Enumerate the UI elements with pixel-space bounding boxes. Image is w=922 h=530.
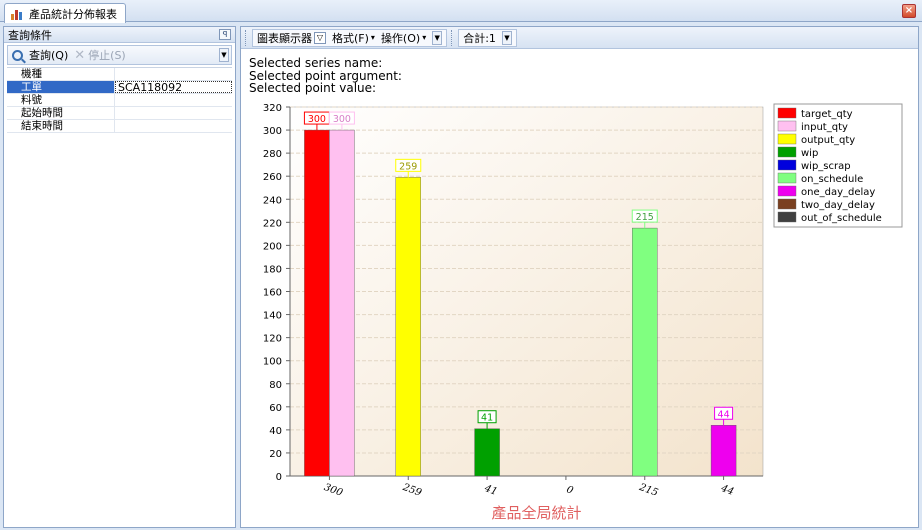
x-tick-label: 0 [565, 484, 575, 497]
y-tick-label: 320 [263, 103, 282, 114]
y-tick-label: 160 [263, 288, 282, 299]
field-value[interactable] [115, 107, 232, 119]
query-panel-title: 查詢條件 [8, 28, 52, 42]
legend-swatch [777, 185, 797, 197]
field-row-part-number[interactable]: 料號 [7, 94, 232, 107]
data-label: 44 [718, 409, 730, 420]
bar-wip [474, 428, 500, 477]
legend-label: out_of_schedule [801, 213, 882, 224]
y-tick-label: 100 [263, 357, 282, 368]
query-panel-header: 查詢條件 ꟼ [4, 27, 235, 43]
chart-title: 產品全局統計 [491, 504, 581, 522]
y-tick-label: 200 [263, 241, 282, 252]
legend-swatch [777, 198, 797, 210]
field-label: 工單 [7, 81, 115, 93]
legend-swatch [777, 133, 797, 145]
legend-swatch [777, 159, 797, 171]
y-tick-label: 0 [276, 472, 282, 483]
field-row-end-time[interactable]: 結束時間 [7, 120, 232, 133]
legend-label: on_schedule [801, 174, 863, 185]
field-row-model[interactable]: 機種 [7, 68, 232, 81]
stop-button-label: 停止(S) [88, 49, 126, 62]
legend-swatch [777, 211, 797, 223]
legend-swatch [777, 146, 797, 158]
query-fields: 機種 工單 SCA118092 料號 起始時間 結束時間 [7, 67, 232, 133]
query-panel: 查詢條件 ꟼ 查詢(Q) ✕ 停止(S) ▼ 機種 工單 SCA118092 料… [3, 26, 236, 528]
search-button[interactable]: 查詢(Q) [12, 47, 68, 63]
legend-swatch [777, 120, 797, 132]
bar-on_schedule [632, 227, 658, 477]
y-tick-label: 180 [263, 264, 282, 275]
chevron-down-icon[interactable]: ▼ [219, 48, 229, 62]
y-tick-label: 220 [263, 218, 282, 229]
x-tick-label: 259 [400, 482, 423, 499]
bar-output_qty [395, 177, 421, 477]
close-icon[interactable]: × [902, 4, 916, 18]
bar-one_day_delay [710, 425, 737, 477]
field-row-work-order[interactable]: 工單 SCA118092 [7, 81, 232, 94]
x-tick-label: 215 [637, 482, 660, 499]
bar-target_qty [304, 129, 330, 477]
field-row-start-time[interactable]: 起始時間 [7, 107, 232, 120]
y-tick-label: 240 [263, 195, 282, 206]
field-value[interactable] [115, 68, 232, 80]
field-label: 起始時間 [7, 107, 115, 119]
x-tick-label: 41 [482, 483, 499, 498]
pin-icon[interactable]: ꟼ [219, 29, 231, 40]
field-label: 結束時間 [7, 120, 115, 132]
x-tick-label: 44 [719, 483, 736, 498]
y-tick-label: 60 [269, 403, 282, 414]
legend-swatch [777, 107, 797, 119]
legend-label: wip_scrap [801, 161, 851, 172]
y-tick-label: 260 [263, 172, 282, 183]
bar-chart[interactable]: 0 20 40 60 80 100 120 140 160 180 200 220 240 260 280 3… [241, 27, 918, 527]
query-toolbar: 查詢(Q) ✕ 停止(S) ▼ [7, 45, 232, 65]
data-label: 41 [481, 413, 493, 424]
y-tick-label: 140 [263, 311, 282, 322]
search-button-label: 查詢(Q) [29, 49, 69, 62]
y-tick-label: 120 [263, 334, 282, 345]
search-icon [12, 49, 23, 61]
legend-label: two_day_delay [801, 200, 875, 211]
data-label: 300 [333, 114, 351, 125]
field-label: 機種 [7, 68, 115, 80]
legend-swatch [777, 172, 797, 184]
report-tab-label: 產品統計分佈報表 [29, 7, 117, 21]
y-tick-label: 40 [269, 426, 282, 437]
document-tab-bar: 產品統計分佈報表 × [0, 0, 922, 23]
data-label: 259 [399, 161, 417, 172]
legend-label: wip [801, 148, 818, 159]
chart-panel: 圖表顯示器 ▽ 格式(F) ▾ 操作(O) ▾ ▼ 合計:1 ▼ Selecte… [240, 26, 919, 528]
legend-label: input_qty [801, 122, 848, 133]
bar-chart-icon [11, 8, 25, 20]
work-order-input[interactable]: SCA118092 [115, 81, 232, 94]
report-tab[interactable]: 產品統計分佈報表 [4, 3, 126, 23]
legend-label: output_qty [801, 135, 855, 146]
field-value[interactable] [115, 94, 232, 106]
y-tick-label: 20 [269, 449, 282, 460]
data-label: 215 [636, 212, 654, 223]
y-tick-label: 280 [263, 149, 282, 160]
y-tick-label: 300 [263, 126, 282, 137]
data-label: 300 [308, 114, 326, 125]
legend-label: target_qty [801, 109, 853, 120]
stop-icon: ✕ [74, 47, 86, 63]
bar-input_qty [329, 129, 355, 477]
stop-button[interactable]: ✕ 停止(S) [74, 47, 125, 63]
x-tick-label: 300 [322, 482, 344, 499]
legend-label: one_day_delay [801, 187, 875, 198]
field-value[interactable] [115, 120, 232, 132]
y-tick-label: 80 [269, 380, 282, 391]
field-label: 料號 [7, 94, 115, 106]
